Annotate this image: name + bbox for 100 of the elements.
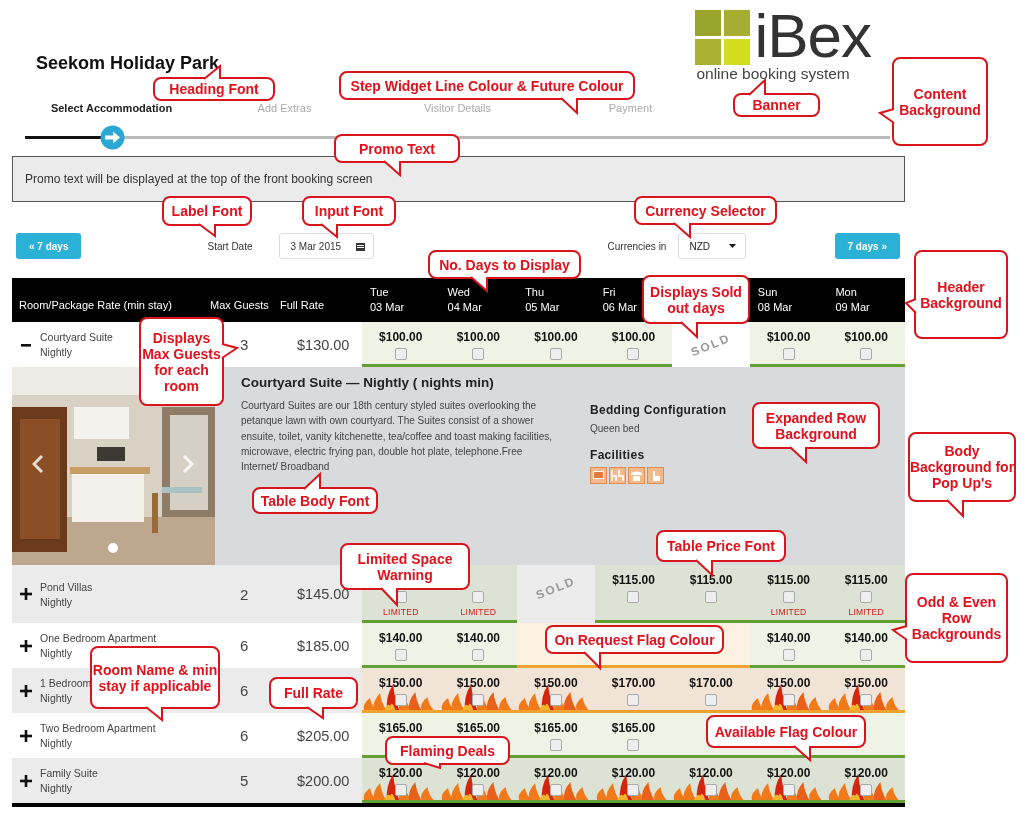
column-header: Fri 06 Mar: [602, 285, 637, 315]
step-label[interactable]: Select Accommodation: [25, 102, 198, 114]
rate-type: Nightly: [40, 595, 74, 608]
room-name[interactable]: Two Bedroom Apartment: [40, 722, 156, 734]
expand-icon[interactable]: [20, 684, 32, 697]
price-text: $115.00: [844, 573, 888, 588]
price-text: $170.00: [689, 676, 733, 691]
start-date-label: Start Date: [207, 240, 253, 252]
price-text: $115.00: [767, 573, 810, 588]
rate-type: Nightly: [40, 782, 74, 794]
price-text: $120.00: [534, 766, 578, 781]
checkbox[interactable]: [627, 348, 640, 360]
max-guests: 6: [239, 682, 250, 699]
currency-select[interactable]: NZD: [678, 233, 747, 259]
expand-icon[interactable]: [20, 588, 32, 600]
promo-text: Promo text will be displayed at the top of the front booking screen: [12, 156, 905, 202]
room-name[interactable]: Pond Villas: [40, 580, 93, 593]
checkbox[interactable]: [394, 348, 407, 360]
price-text: $150.00: [534, 676, 578, 691]
room-description: Courtyard Suites are our 18th century styled suites overlooking the petanque lawn with own courtyard. The Suites consist of a shower ensuite, toilet, vanity kitchenette, tea/coffee and toast making facilities, microwave, electric frying pan, double hot plate, telephone.Free Internet/ Broadband: [241, 399, 554, 475]
callout: Room Name & min stay if applicable: [90, 646, 220, 720]
price-text: $120.00: [456, 766, 501, 781]
phone-icon: [628, 467, 645, 484]
checkbox[interactable]: [782, 649, 795, 661]
price-text: $140.00: [844, 631, 888, 646]
column-header: Sun 08 Mar: [757, 285, 793, 315]
price-text: $120.00: [844, 766, 888, 781]
price-text: $120.00: [611, 766, 656, 781]
checkbox[interactable]: [472, 348, 485, 360]
full-rate: $145.00: [296, 586, 351, 602]
callout: Odd & Even Row Backgrounds: [893, 573, 1008, 663]
checkbox[interactable]: [860, 591, 873, 603]
chevron-right-icon: [182, 455, 194, 473]
checkbox[interactable]: [549, 739, 562, 751]
checkbox[interactable]: [860, 784, 873, 796]
expand-icon[interactable]: [20, 729, 32, 742]
chairs-icon: [609, 467, 626, 484]
checkbox[interactable]: [472, 694, 485, 706]
price-text: $100.00: [456, 330, 501, 345]
checkbox[interactable]: [627, 784, 640, 796]
checkbox[interactable]: [472, 591, 485, 603]
column-header: Full Rate: [280, 298, 325, 313]
expand-icon[interactable]: [20, 774, 32, 787]
price-text: $165.00: [456, 721, 501, 736]
checkbox[interactable]: [627, 694, 640, 706]
checkbox[interactable]: [472, 649, 485, 661]
checkbox[interactable]: [705, 694, 718, 706]
room-name[interactable]: Family Suite: [40, 767, 98, 779]
full-rate: $200.00: [296, 772, 351, 789]
callout: Body Background for Pop Up's: [908, 432, 1016, 516]
date-field[interactable]: 3 Mar 2015: [278, 233, 374, 259]
bedding-heading: Bedding Configuration: [590, 403, 727, 417]
room-title: Courtyard Suite — Nightly ( nights min): [241, 375, 495, 390]
max-guests: 5: [239, 772, 250, 789]
checkbox[interactable]: [472, 784, 485, 796]
callout: Table Price Font: [656, 530, 786, 575]
checkbox[interactable]: [860, 348, 873, 360]
checkbox[interactable]: [782, 348, 795, 360]
price-text: $150.00: [766, 676, 811, 691]
callout: Promo Text: [334, 134, 460, 175]
price-text: $100.00: [766, 330, 811, 345]
rate-type: Nightly: [40, 647, 74, 659]
full-rate: $185.00: [296, 637, 351, 654]
callout: Content Background: [880, 57, 988, 146]
room-name[interactable]: One Bedroom Apartment: [40, 632, 157, 644]
caret-icon: [729, 244, 737, 248]
price-text: $115.00: [612, 573, 655, 588]
price-text: $165.00: [379, 721, 423, 736]
callout: Displays Max Guests for each room: [139, 317, 237, 406]
expand-icon[interactable]: [20, 639, 32, 652]
bedding-text: Queen bed: [590, 423, 641, 434]
hand-icon: [647, 467, 664, 484]
facilities-heading: Facilities: [590, 448, 646, 462]
checkbox[interactable]: [782, 591, 795, 603]
checkbox[interactable]: [394, 649, 407, 661]
callout: Label Font: [162, 196, 252, 236]
checkbox[interactable]: [705, 784, 718, 796]
callout: Header Background: [906, 250, 1008, 339]
checkbox[interactable]: [627, 591, 640, 603]
checkbox[interactable]: [549, 348, 562, 360]
room-name[interactable]: Courtyard Suite: [40, 331, 113, 343]
limited-warning: LIMITED: [848, 607, 884, 617]
checkbox[interactable]: [705, 591, 718, 603]
price-text: $140.00: [379, 631, 423, 646]
limited-warning: LIMITED: [770, 607, 807, 617]
price-text: $120.00: [379, 766, 423, 781]
rate-type: Nightly: [40, 346, 74, 358]
price-text: $150.00: [456, 676, 501, 691]
column-header: Mon 09 Mar: [835, 285, 870, 315]
full-rate: $130.00: [296, 336, 351, 353]
room-name[interactable]: 1 Bedroom: [40, 677, 92, 689]
checkbox[interactable]: [860, 694, 873, 706]
carousel-dot[interactable]: [108, 543, 118, 553]
currency-label: Currencies in: [607, 240, 667, 252]
checkbox[interactable]: [627, 739, 640, 751]
checkbox[interactable]: [860, 649, 873, 661]
max-guests: 6: [239, 637, 250, 654]
column-header: Max Guests: [210, 298, 269, 313]
callout: Currency Selector: [634, 196, 777, 237]
rate-type: Nightly: [40, 737, 74, 749]
